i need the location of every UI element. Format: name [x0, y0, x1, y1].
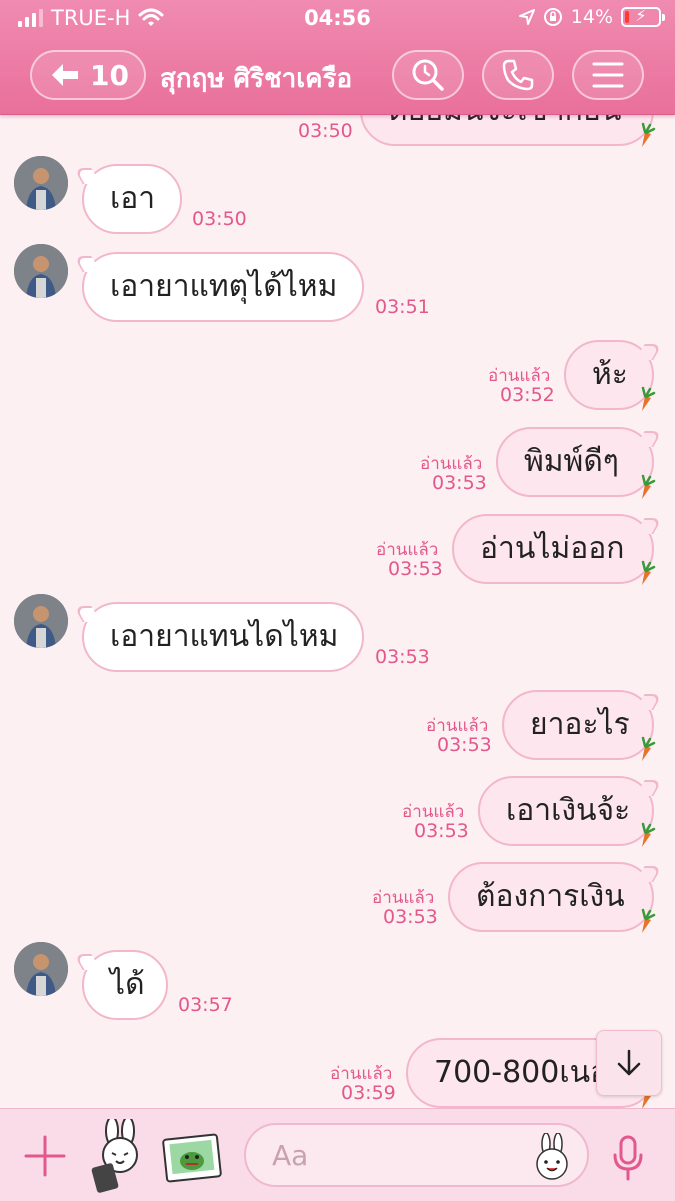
message-bubble[interactable]: พิมพ์ดีๆ: [496, 427, 654, 497]
message-bubble[interactable]: ยาอะไร: [502, 690, 654, 760]
carrot-icon: [641, 474, 656, 499]
avatar[interactable]: [14, 594, 68, 648]
message-bubble[interactable]: เอาเงินจ้ะ: [478, 776, 654, 846]
carrot-icon: [641, 560, 656, 585]
message-time: 03:53: [414, 820, 469, 842]
message-time: 03:52: [500, 384, 555, 406]
message-time: 03:51: [375, 296, 430, 318]
message-bubble[interactable]: ต่อยมันจะเข้าก่อน: [360, 114, 654, 146]
message-bubble[interactable]: เอายาแทตุได้ไหม: [82, 252, 364, 322]
message-time: 03:57: [178, 994, 233, 1016]
message-bubble[interactable]: ต้องการเงิน: [448, 862, 654, 932]
message-bubble[interactable]: ได้: [82, 950, 168, 1020]
back-arrow-icon: [52, 64, 78, 86]
message-bubble[interactable]: เอา: [82, 164, 182, 234]
avatar[interactable]: [14, 942, 68, 996]
battery-percent: 14%: [570, 6, 613, 28]
message-time: 03:53: [383, 906, 438, 928]
chat-title: สุกฤษ ศิริชาเครือ: [160, 64, 353, 94]
carrot-icon: [641, 122, 656, 147]
message-time: 03:53: [432, 472, 487, 494]
scroll-to-bottom-button[interactable]: [596, 1030, 662, 1096]
photo-sticker-icon[interactable]: [162, 1131, 222, 1183]
back-button[interactable]: 10: [30, 50, 146, 100]
message-time: 03:53: [388, 558, 443, 580]
compose-bar: Aa: [0, 1108, 675, 1201]
input-placeholder: Aa: [272, 1139, 309, 1172]
avatar[interactable]: [14, 156, 68, 210]
search-clock-icon: [412, 59, 444, 91]
location-icon: [518, 9, 535, 25]
carrot-icon: [641, 386, 656, 411]
plus-icon[interactable]: [24, 1135, 66, 1177]
status-bar: TRUE-H 04:56 14% ⚡: [0, 0, 675, 38]
carrot-icon: [641, 908, 656, 933]
message-time: 03:53: [375, 646, 430, 668]
message-time: 03:59: [341, 1082, 396, 1104]
message-time: 03:50: [298, 120, 353, 142]
search-button[interactable]: [392, 50, 464, 100]
message-time: 03:50: [192, 208, 247, 230]
avatar[interactable]: [14, 244, 68, 298]
battery-icon: ⚡: [621, 6, 665, 27]
emoji-icon[interactable]: [530, 1133, 574, 1181]
arrow-down-icon: [617, 1049, 641, 1076]
mic-icon[interactable]: [612, 1135, 644, 1181]
call-button[interactable]: [482, 50, 554, 100]
message-bubble[interactable]: เอายาแทนไดไหม: [82, 602, 364, 672]
menu-icon: [592, 62, 624, 88]
chat-header: TRUE-H 04:56 14% ⚡ 10 สุกฤษ ศิริชาเครือ: [0, 0, 675, 115]
sticker-icon[interactable]: [88, 1119, 150, 1195]
message-bubble[interactable]: อ่านไม่ออก: [452, 514, 654, 584]
message-list[interactable]: 03:50 ต่อยมันจะเข้าก่อน เอา 03:50 เอายาแ…: [0, 114, 675, 1108]
carrot-icon: [641, 822, 656, 847]
message-input[interactable]: Aa: [244, 1123, 589, 1187]
menu-button[interactable]: [572, 50, 644, 100]
unread-count: 10: [90, 58, 129, 92]
message-time: 03:53: [437, 734, 492, 756]
phone-icon: [502, 59, 534, 91]
orientation-lock-icon: [543, 8, 562, 26]
carrot-icon: [641, 736, 656, 761]
